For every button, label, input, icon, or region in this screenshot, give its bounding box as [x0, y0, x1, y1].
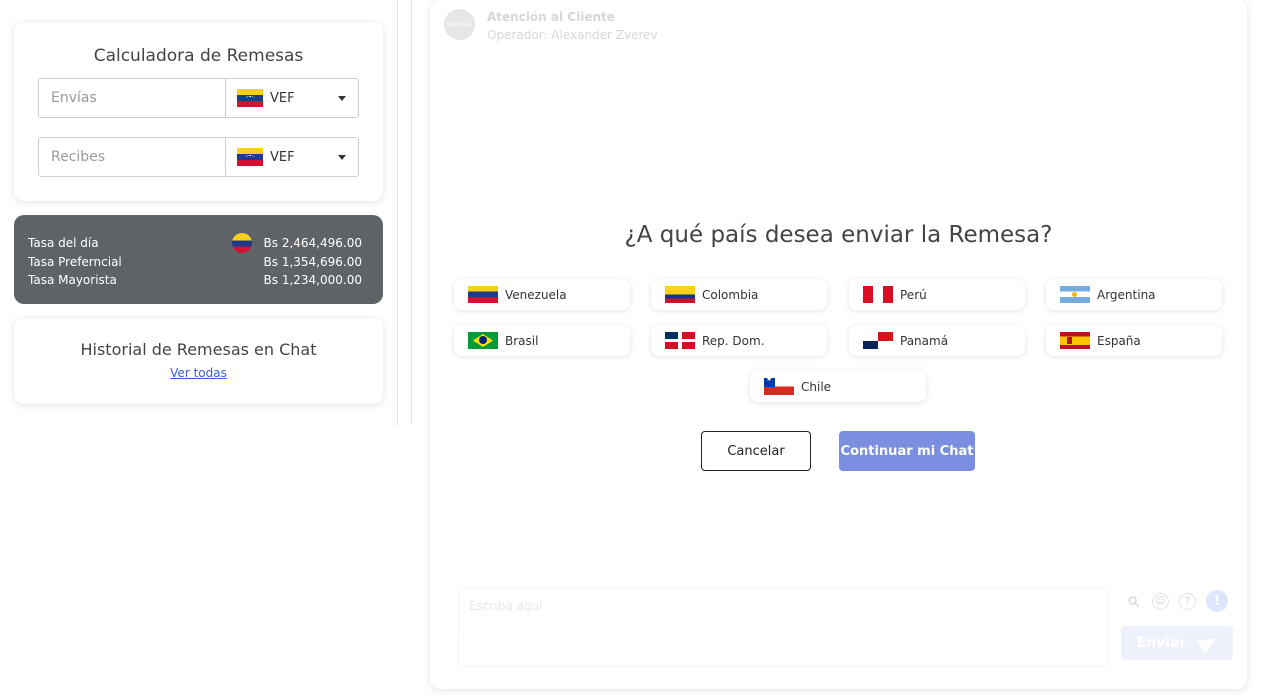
view-all-link[interactable]: Ver todas	[14, 366, 383, 380]
emoji-icon[interactable]: ☺	[1152, 592, 1169, 610]
country-label: Perú	[900, 287, 927, 302]
chat-header: remesas Atención al Cliente Operador: Al…	[430, 0, 1247, 54]
country-label: Rep. Dom.	[702, 333, 765, 348]
country-option-argentina[interactable]: Argentina	[1046, 279, 1222, 310]
country-option-rep-dom[interactable]: Rep. Dom.	[651, 325, 827, 356]
divider	[411, 0, 412, 425]
cancel-button[interactable]: Cancelar	[701, 431, 811, 471]
chat-title: Atención al Cliente	[487, 10, 615, 24]
country-label: España	[1097, 333, 1141, 348]
country-label: Brasil	[505, 333, 539, 348]
calculator-title: Calculadora de Remesas	[93, 46, 304, 66]
paper-plane-icon	[1197, 631, 1221, 655]
rate-value-wrap: Bs 2,464,496.00	[231, 233, 362, 253]
venezuela-flag-icon	[237, 148, 263, 166]
venezuela-coin-icon	[231, 233, 252, 253]
info-icon[interactable]: !	[1206, 590, 1228, 612]
exchange-rates-panel: Tasa del día Bs 2,464,496.00 Tasa Prefer…	[14, 215, 383, 304]
colombia-flag-icon	[665, 286, 695, 303]
rate-label: Tasa del día	[28, 236, 99, 250]
send-amount-input[interactable]	[39, 79, 226, 117]
rate-value: Bs 1,354,696.00	[263, 255, 362, 269]
argentina-flag-icon	[1060, 286, 1090, 303]
receive-row: VEF	[38, 137, 359, 177]
country-label: Venezuela	[505, 287, 567, 302]
rate-row: Tasa Preferncial Bs 1,354,696.00	[28, 255, 362, 269]
dominican-republic-flag-icon	[665, 332, 695, 349]
operator-name: Operador: Alexander Zverev	[487, 28, 658, 42]
panama-flag-icon	[863, 332, 893, 349]
chat-panel: remesas Atención al Cliente Operador: Al…	[430, 0, 1247, 689]
receive-currency-select[interactable]: VEF	[226, 138, 358, 176]
rate-label: Tasa Preferncial	[28, 255, 122, 269]
country-option-panama[interactable]: Panamá	[849, 325, 1025, 356]
send-label: Enviar	[1136, 635, 1187, 651]
rate-label: Tasa Mayorista	[28, 273, 117, 287]
rate-row: Tasa del día Bs 2,464,496.00	[28, 233, 362, 253]
remittance-history: Historial de Remesas en Chat Ver todas	[14, 318, 383, 404]
chile-flag-icon	[764, 378, 794, 395]
rate-value: Bs 2,464,496.00	[263, 236, 362, 250]
spain-flag-icon	[1060, 332, 1090, 349]
country-question: ¿A qué país desea enviar la Remesa?	[624, 222, 1053, 248]
continue-chat-button[interactable]: Continuar mi Chat	[839, 431, 975, 471]
country-option-peru[interactable]: Perú	[849, 279, 1025, 310]
send-currency-select[interactable]: VEF	[226, 79, 358, 117]
send-row: VEF	[38, 78, 359, 118]
remittance-calculator: Calculadora de Remesas VEF VEF	[14, 22, 383, 201]
country-option-venezuela[interactable]: Venezuela	[454, 279, 630, 310]
country-label: Chile	[801, 379, 832, 394]
caret-down-icon	[338, 96, 346, 101]
send-button[interactable]: Enviar	[1121, 626, 1233, 660]
message-input[interactable]	[459, 589, 1107, 666]
country-label: Panamá	[900, 333, 949, 348]
receive-amount-input[interactable]	[39, 138, 226, 176]
history-title: Historial de Remesas en Chat	[80, 340, 317, 359]
send-currency-label: VEF	[270, 90, 295, 106]
help-icon[interactable]: ?	[1179, 592, 1196, 610]
country-option-brasil[interactable]: Brasil	[454, 325, 630, 356]
country-option-espana[interactable]: España	[1046, 325, 1222, 356]
caret-down-icon	[338, 155, 346, 160]
country-label: Colombia	[702, 287, 759, 302]
country-option-colombia[interactable]: Colombia	[651, 279, 827, 310]
composer-tools: ⚲ ☺ ? !	[1123, 590, 1228, 612]
venezuela-flag-icon	[237, 89, 263, 107]
rate-value: Bs 1,234,000.00	[263, 273, 362, 287]
paperclip-icon[interactable]: ⚲	[1121, 589, 1145, 613]
country-label: Argentina	[1097, 287, 1156, 302]
operator-avatar: remesas	[444, 9, 475, 40]
country-option-chile[interactable]: Chile	[750, 371, 926, 402]
peru-flag-icon	[863, 286, 893, 303]
brazil-flag-icon	[468, 332, 498, 349]
receive-currency-label: VEF	[270, 149, 295, 165]
message-composer	[458, 588, 1108, 667]
venezuela-flag-icon	[468, 286, 498, 303]
rate-row: Tasa Mayorista Bs 1,234,000.00	[28, 273, 362, 287]
